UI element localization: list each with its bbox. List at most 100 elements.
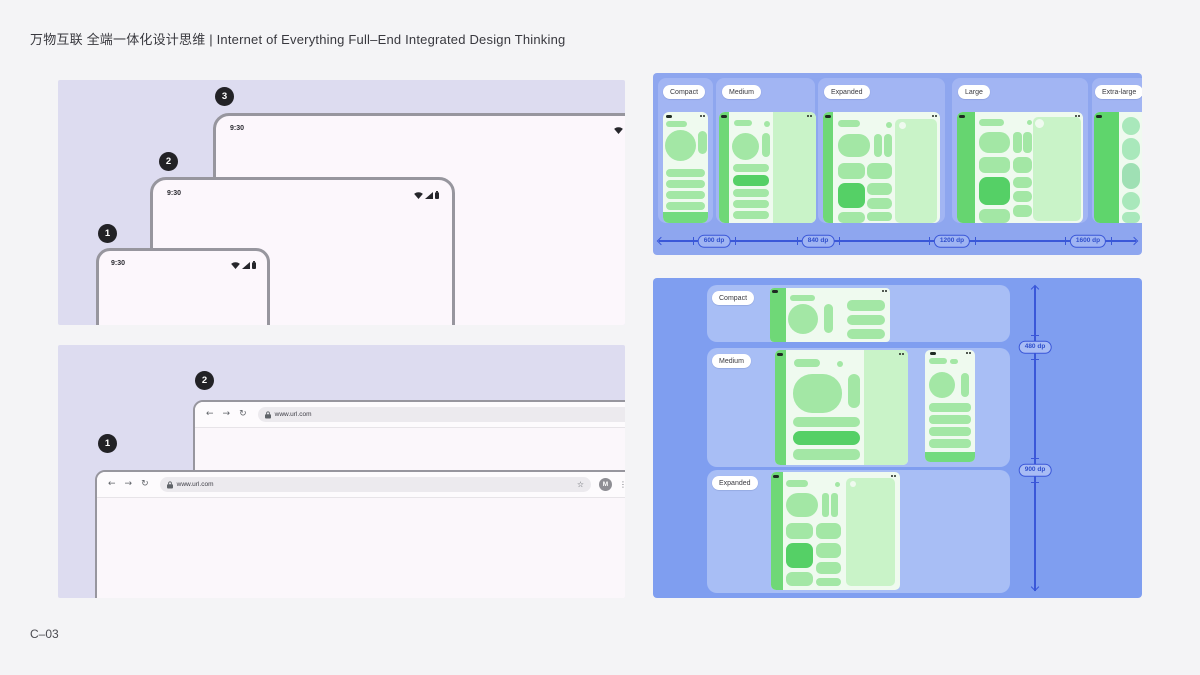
- status-pill: [721, 115, 727, 118]
- avatar-placeholder: [732, 133, 759, 160]
- layout-mockup-medium-tablet: [775, 350, 908, 465]
- wifi-icon: [231, 261, 240, 269]
- content-placeholder: [786, 480, 808, 487]
- slide: 万物互联 全端一体化设计思维 | Internet of Everything …: [0, 0, 1200, 675]
- signal-icon: [425, 191, 433, 199]
- content-placeholder: [733, 200, 769, 208]
- window-width-classes-panel: Compact Medium Expanded Large Extra-larg…: [653, 73, 1142, 255]
- arrow-right-icon: [1129, 236, 1139, 245]
- step-badge: 2: [195, 371, 214, 390]
- status-icons: [614, 126, 625, 134]
- avatar-placeholder: [838, 134, 870, 157]
- height-measure-line: [1034, 286, 1036, 591]
- content-placeholder: [794, 359, 820, 367]
- content-placeholder: [838, 212, 865, 223]
- content-placeholder: [899, 122, 906, 129]
- content-placeholder: [1035, 119, 1044, 128]
- content-placeholder: [979, 157, 1010, 173]
- content-placeholder: [666, 169, 705, 177]
- address-bar: www.url.com ☆: [159, 477, 591, 492]
- content-placeholder: [848, 374, 860, 408]
- measure-tick: [693, 237, 695, 245]
- content-placeholder: [1122, 138, 1140, 160]
- status-pill: [825, 115, 831, 118]
- content-placeholder: [867, 198, 892, 209]
- content-placeholder: [698, 131, 707, 154]
- menu-icon: ⋮: [619, 480, 625, 489]
- content-placeholder: [733, 164, 769, 172]
- content-placeholder: [929, 415, 971, 424]
- url-text: www.url.com: [274, 411, 312, 418]
- size-class-label: Expanded: [824, 85, 870, 99]
- content-placeholder: [764, 121, 770, 127]
- content-placeholder: [666, 180, 705, 188]
- breakpoint-badge: 1600 dp: [1069, 234, 1107, 248]
- bookmark-star-icon: ☆: [576, 480, 584, 489]
- step-badge: 1: [98, 224, 117, 243]
- bottom-bar: [925, 452, 975, 462]
- content-placeholder: [666, 202, 705, 210]
- content-placeholder: [929, 403, 971, 412]
- content-placeholder: [979, 209, 1010, 223]
- step-badge: 1: [98, 434, 117, 453]
- device-size-stack-panel: 9:30 9:30 9:30 3 2 1: [58, 80, 625, 325]
- layout-mockup-medium-phone: [925, 350, 975, 462]
- selected-item: [793, 431, 860, 445]
- avatar-placeholder: [979, 132, 1010, 153]
- camera-dots: [931, 115, 937, 117]
- measure-tick: [1031, 458, 1039, 460]
- status-pill: [959, 115, 965, 118]
- status-icons: [231, 261, 256, 269]
- height-class-row-medium: Medium: [707, 348, 1010, 467]
- signal-icon: [242, 261, 250, 269]
- content-placeholder: [1013, 191, 1032, 202]
- status-time: 9:30: [230, 125, 245, 132]
- camera-dots: [806, 115, 812, 117]
- content-placeholder: [831, 493, 838, 517]
- content-placeholder: [786, 523, 813, 539]
- content-placeholder: [1013, 157, 1032, 173]
- measure-tick: [1031, 359, 1039, 361]
- device-frame-small: 9:30: [96, 248, 270, 325]
- content-placeholder: [867, 183, 892, 195]
- content-placeholder: [762, 133, 770, 157]
- content-placeholder: [929, 358, 947, 364]
- lock-icon: [166, 480, 173, 488]
- content-placeholder: [733, 189, 769, 197]
- measure-tick: [797, 237, 799, 245]
- detail-pane: [846, 478, 895, 586]
- window-height-classes-panel: Compact Medium Expanded 480 dp 900 dp: [653, 278, 1142, 598]
- size-class-card-medium: Medium: [716, 78, 816, 223]
- content-placeholder: [666, 121, 687, 127]
- selected-item: [979, 177, 1010, 205]
- breakpoint-badge: 840 dp: [801, 234, 835, 248]
- height-class-row-compact: Compact: [707, 285, 1010, 342]
- content-placeholder: [1027, 120, 1032, 125]
- content-placeholder: [837, 361, 843, 367]
- forward-icon: →: [124, 479, 133, 489]
- layout-mockup-extra-large: [1094, 112, 1142, 223]
- content-placeholder: [1013, 132, 1022, 153]
- browser-toolbar: ← → ↻ www.url.com ☆ M ⋮: [97, 472, 625, 498]
- size-class-label: Compact: [712, 291, 755, 305]
- battery-icon: [435, 191, 439, 199]
- measure-tick: [975, 237, 977, 245]
- browser-toolbar: ← → ↻ www.url.com ☆ M ⋮: [195, 402, 625, 428]
- content-placeholder: [822, 493, 829, 517]
- nav-rail: [719, 112, 729, 223]
- bottom-bar: [663, 212, 708, 223]
- content-placeholder: [884, 134, 892, 157]
- content-placeholder: [816, 578, 841, 586]
- address-bar: www.url.com ☆: [257, 407, 625, 422]
- page-title: 万物互联 全端一体化设计思维 | Internet of Everything …: [30, 32, 566, 47]
- detail-pane: [1033, 117, 1081, 221]
- status-pill: [666, 115, 672, 118]
- measure-tick: [929, 237, 931, 245]
- step-badge: 3: [215, 87, 234, 106]
- content-placeholder: [929, 427, 971, 436]
- content-placeholder: [1013, 177, 1032, 188]
- nav-rail: [957, 112, 975, 223]
- content-placeholder: [847, 315, 885, 325]
- size-class-card-expanded: Expanded: [818, 78, 945, 223]
- content-placeholder: [734, 120, 752, 126]
